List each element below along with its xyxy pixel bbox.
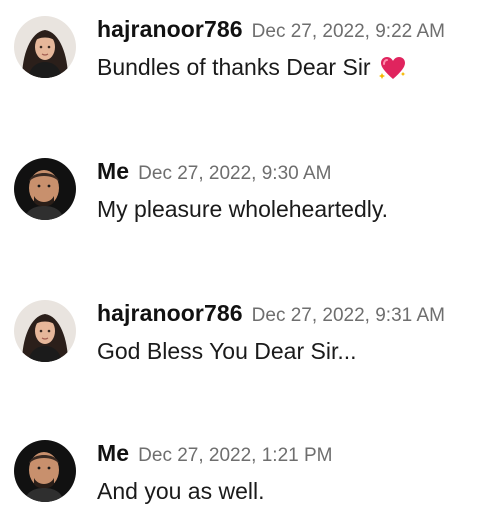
timestamp: Dec 27, 2022, 9:30 AM [138, 163, 332, 184]
message-text: God Bless You Dear Sir... [97, 338, 357, 365]
female-avatar-icon[interactable] [14, 16, 76, 78]
message-item: hajranoor786 Dec 27, 2022, 9:22 AM Bundl… [0, 0, 500, 100]
username[interactable]: hajranoor786 [97, 300, 243, 327]
username[interactable]: Me [97, 440, 129, 467]
female-avatar-icon[interactable] [14, 300, 76, 362]
message-body: God Bless You Dear Sir... [97, 338, 357, 364]
message-header: Me Dec 27, 2022, 9:30 AM [97, 158, 331, 188]
message-body: My pleasure wholeheartedly. [97, 196, 389, 222]
timestamp: Dec 27, 2022, 9:31 AM [251, 305, 445, 326]
message-body: And you as well. [97, 478, 265, 504]
message-text: Bundles of thanks Dear Sir [97, 54, 407, 81]
message-text: My pleasure wholeheartedly. [97, 196, 388, 223]
timestamp: Dec 27, 2022, 9:22 AM [251, 21, 445, 42]
message-header: Me Dec 27, 2022, 1:21 PM [97, 440, 333, 470]
message-item: Me Dec 27, 2022, 9:30 AM My pleasure who… [0, 142, 500, 242]
username[interactable]: Me [97, 158, 129, 185]
timestamp: Dec 27, 2022, 1:21 PM [138, 445, 333, 466]
sparkling-heart-icon [378, 55, 407, 81]
male-avatar-icon[interactable] [14, 158, 76, 220]
message-body: Bundles of thanks Dear Sir [97, 54, 371, 80]
message-text: And you as well. [97, 478, 264, 505]
username[interactable]: hajranoor786 [97, 16, 243, 43]
male-avatar-icon[interactable] [14, 440, 76, 502]
message-header: hajranoor786 Dec 27, 2022, 9:22 AM [97, 16, 445, 46]
message-header: hajranoor786 Dec 27, 2022, 9:31 AM [97, 300, 445, 330]
message-item: hajranoor786 Dec 27, 2022, 9:31 AM God B… [0, 284, 500, 384]
message-item: Me Dec 27, 2022, 1:21 PM And you as well… [0, 424, 500, 524]
